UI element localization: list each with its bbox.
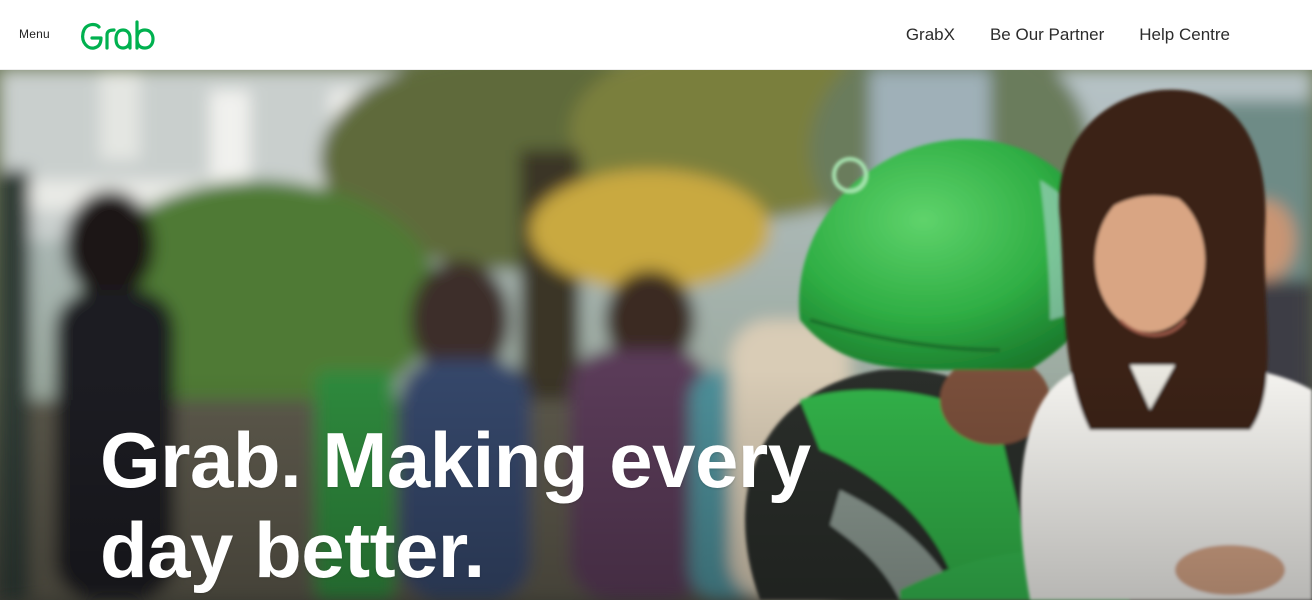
nav-link-help-centre[interactable]: Help Centre [1139,25,1230,45]
grab-logo-icon [81,20,155,50]
hero-headline: Grab. Making every day better. [100,416,811,594]
nav-link-be-our-partner[interactable]: Be Our Partner [990,25,1104,45]
site-header: Menu GrabX Be Our Partner Help Centre [0,0,1312,70]
nav-link-grabx[interactable]: GrabX [906,25,955,45]
menu-button[interactable]: Menu [19,27,50,41]
hero-banner: Grab. Making every day better. [0,70,1312,600]
top-nav: GrabX Be Our Partner Help Centre [871,25,1230,45]
grab-logo[interactable] [79,18,169,52]
